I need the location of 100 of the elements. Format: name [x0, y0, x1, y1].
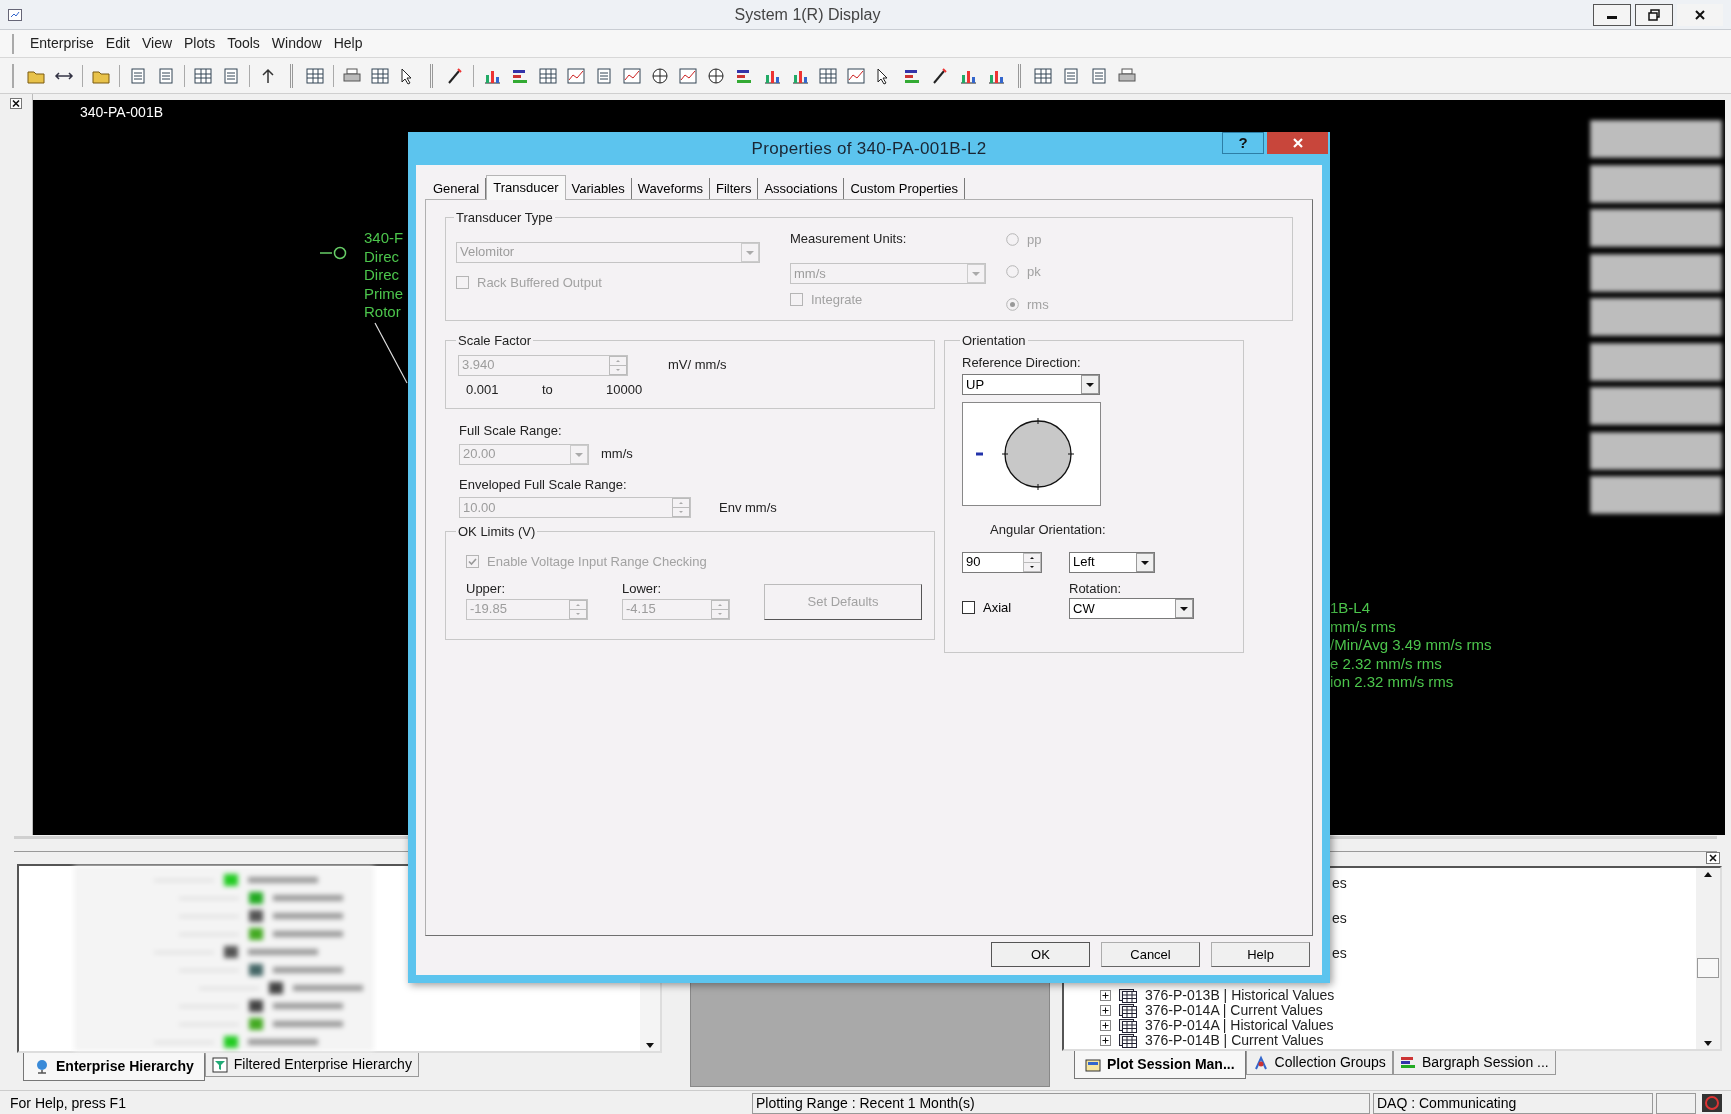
restore-button[interactable]: [1635, 3, 1673, 26]
radio-label: rms: [1027, 295, 1049, 314]
unit-label: mV/ mm/s: [668, 356, 727, 375]
blurred-button[interactable]: [1590, 476, 1722, 514]
dialog-title: Properties of 340-PA-001B-L2: [751, 137, 987, 160]
document-icon[interactable]: [1061, 66, 1081, 85]
menu-item[interactable]: View: [135, 33, 179, 54]
expand-toggle-icon[interactable]: [1100, 1035, 1111, 1046]
grid-icon: [1119, 1003, 1137, 1018]
panel-tab[interactable]: Collection Groups: [1245, 1051, 1393, 1075]
menu-item[interactable]: Enterprise: [24, 33, 100, 54]
grid-icon[interactable]: [818, 66, 838, 85]
blurred-button[interactable]: [1590, 298, 1722, 336]
dropdown[interactable]: UP: [962, 374, 1100, 395]
grid-icon[interactable]: [305, 66, 325, 85]
tree-item[interactable]: 376-P-014B | Current Values: [1145, 1030, 1324, 1051]
panel-tab[interactable]: Bargraph Session ...: [1392, 1051, 1556, 1075]
grid-icon: [1119, 1033, 1137, 1048]
session-window-icon: [1085, 1056, 1101, 1073]
spin-field[interactable]: 90: [962, 551, 1042, 573]
menu-item[interactable]: Plots: [178, 33, 222, 54]
radio-label: pp: [1027, 230, 1042, 249]
printer-icon[interactable]: [342, 66, 362, 85]
dialog-tab[interactable]: Associations: [758, 178, 845, 199]
close-button[interactable]: [1677, 3, 1723, 26]
document-icon[interactable]: [221, 66, 241, 85]
menu-item[interactable]: Edit: [99, 33, 136, 54]
dialog-button[interactable]: Help: [1211, 942, 1310, 967]
panel-tab[interactable]: Filtered Enterprise Hierarchy: [204, 1053, 419, 1077]
dialog-button[interactable]: Cancel: [1101, 942, 1200, 967]
crosshair-icon[interactable]: [650, 66, 670, 85]
blurred-button[interactable]: [1590, 253, 1722, 292]
dialog-tab[interactable]: Variables: [565, 178, 632, 199]
crosshair-icon[interactable]: [706, 66, 726, 85]
unit-label: mm/s: [601, 445, 633, 464]
blurred-button[interactable]: [1590, 120, 1722, 158]
field-label: Upper:: [466, 580, 507, 598]
dialog-tab[interactable]: Filters: [710, 178, 759, 199]
document-icon[interactable]: [594, 66, 614, 85]
point-label: 340-F: [364, 229, 404, 248]
window-title: System 1(R) Display: [733, 4, 882, 25]
expand-toggle-icon[interactable]: [1100, 1020, 1111, 1031]
line-chart-icon[interactable]: [678, 66, 698, 85]
tree-item[interactable]: es: [1332, 909, 1696, 927]
menu-item[interactable]: Help: [327, 33, 369, 54]
tree-item[interactable]: es: [1332, 874, 1696, 892]
printer-icon[interactable]: [1117, 66, 1137, 85]
checkbox-label: Axial: [983, 598, 1012, 617]
spinner-arrows-icon: [1023, 552, 1041, 572]
grid-icon[interactable]: [1033, 66, 1053, 85]
expand-toggle-icon[interactable]: [1100, 990, 1111, 1001]
checkbox-label: Rack Buffered Output: [477, 273, 602, 292]
tree-item[interactable]: es: [1332, 944, 1696, 962]
grid-icon[interactable]: [193, 66, 213, 85]
panel-tab[interactable]: Plot Session Man...: [1074, 1051, 1246, 1079]
line-chart-icon[interactable]: [846, 66, 866, 85]
blurred-button[interactable]: [1590, 164, 1722, 203]
blurred-button[interactable]: [1590, 342, 1722, 381]
status-panel: [1656, 1092, 1696, 1114]
radio-label: pk: [1027, 263, 1041, 281]
globe-icon: [34, 1058, 50, 1075]
grid-icon[interactable]: [538, 66, 558, 85]
close-icon[interactable]: [1706, 852, 1720, 864]
document-icon[interactable]: [156, 66, 176, 85]
dropdown[interactable]: Left: [1069, 551, 1155, 573]
dialog-tab[interactable]: Transducer: [486, 175, 566, 200]
scrollbar[interactable]: [1696, 868, 1720, 1049]
checkbox[interactable]: [962, 600, 975, 614]
point-label: /Min/Avg 3.49 mm/s rms: [1330, 636, 1492, 655]
menu-item[interactable]: Tools: [221, 33, 266, 54]
point-label: ion 2.32 mm/s rms: [1330, 673, 1455, 692]
dialog-tab[interactable]: Waveforms: [631, 178, 710, 199]
blurred-button[interactable]: [1590, 431, 1722, 470]
help-button[interactable]: ?: [1222, 132, 1264, 154]
document-icon[interactable]: [128, 66, 148, 85]
expand-toggle-icon[interactable]: [1100, 1005, 1111, 1016]
checkbox-label: Enable Voltage Input Range Checking: [487, 552, 707, 571]
line-chart-icon[interactable]: [566, 66, 586, 85]
blurred-button[interactable]: [1590, 209, 1722, 247]
line-chart-icon[interactable]: [622, 66, 642, 85]
dialog-button[interactable]: OK: [991, 942, 1090, 967]
minimize-button[interactable]: [1593, 3, 1631, 26]
close-icon[interactable]: [10, 98, 22, 109]
bar-chart-icon: [1399, 1054, 1416, 1071]
grid-icon[interactable]: [370, 66, 390, 85]
dialog-tab[interactable]: Custom Properties: [844, 178, 966, 199]
range-label: to: [542, 380, 554, 399]
status-text: DAQ : Communicating: [1373, 1092, 1653, 1114]
scroll-thumb[interactable]: [1697, 958, 1719, 978]
panel-tab[interactable]: Enterprise Hierarchy: [23, 1053, 205, 1081]
minimize-icon: [1607, 16, 1617, 19]
document-icon[interactable]: [1089, 66, 1109, 85]
field-label: Angular Orientation:: [990, 521, 1106, 539]
point-label: mm/s rms: [1330, 617, 1397, 636]
collection-icon: [1252, 1054, 1269, 1071]
menu-item[interactable]: Window: [265, 33, 328, 54]
close-icon: [1694, 8, 1706, 21]
blurred-button[interactable]: [1590, 387, 1722, 425]
app-icon: [8, 8, 22, 21]
dropdown[interactable]: CW: [1069, 598, 1194, 619]
